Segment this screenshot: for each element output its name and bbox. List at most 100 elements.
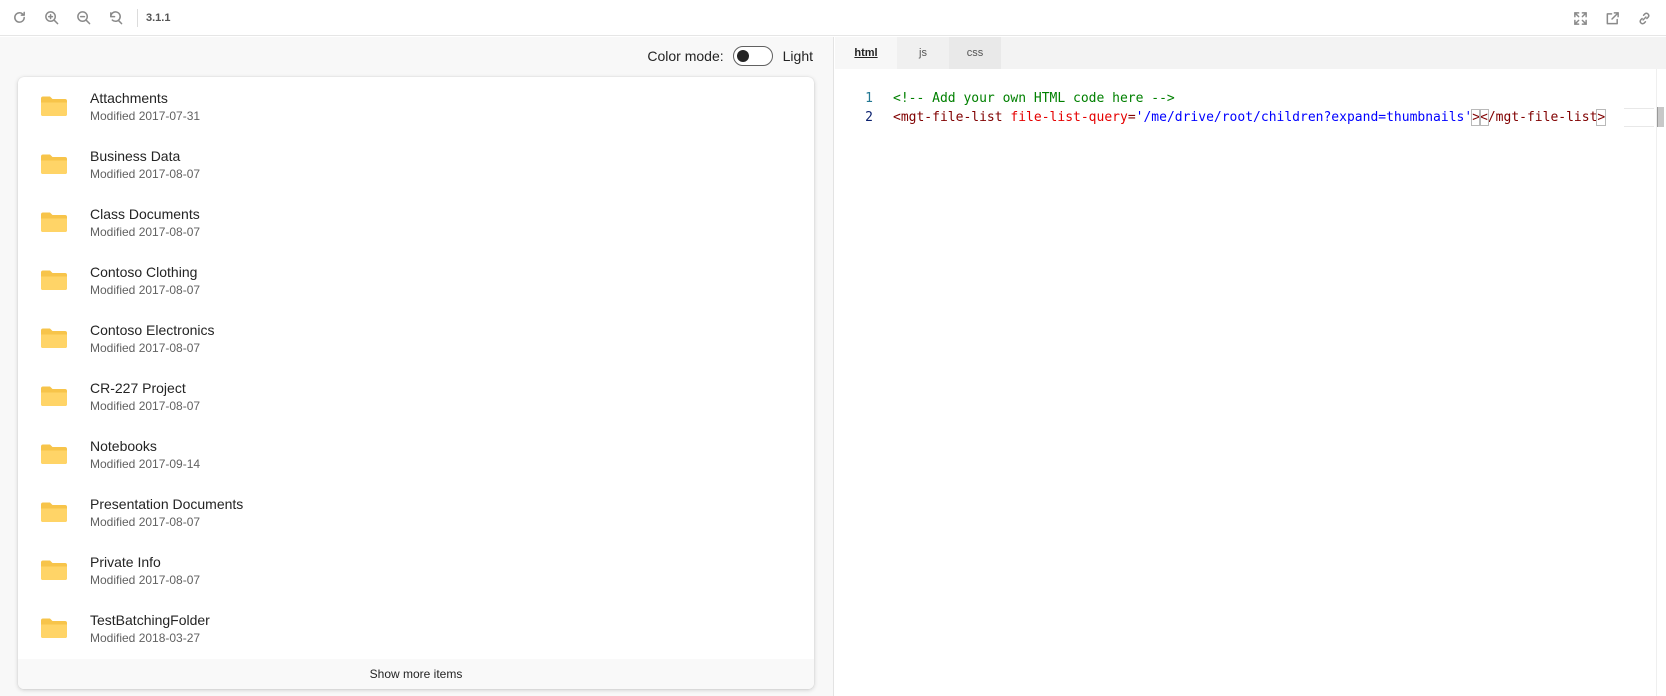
tabs-filler <box>1001 37 1666 69</box>
file-modified-date: Modified 2017-08-07 <box>90 514 201 529</box>
reset-zoom-icon <box>109 11 122 25</box>
file-list-item[interactable]: Contoso Electronics Modified 2017-08-07 <box>18 309 814 367</box>
file-modified-date: Modified 2017-09-14 <box>90 456 201 471</box>
file-name: TestBatchingFolder <box>90 611 210 628</box>
editor-tabs: html js css <box>835 37 1666 69</box>
folder-icon <box>41 328 67 348</box>
color-mode-toggle[interactable] <box>732 46 773 66</box>
file-list-items: Attachments Modified 2017-07-31 Business D… <box>18 77 814 657</box>
file-modified-date: Modified 2017-08-07 <box>90 572 201 587</box>
file-list-item[interactable]: CR-227 Project Modified 2017-08-07 <box>18 367 814 425</box>
file-name: Business Data <box>90 147 181 164</box>
code-value: '/me/drive/root/children?expand=thumbnai… <box>1135 110 1473 125</box>
fullscreen-button[interactable] <box>1564 0 1596 36</box>
toolbar-left-group: 3.1.1 <box>0 0 170 36</box>
file-modified-date: Modified 2017-08-07 <box>90 398 201 413</box>
code-comment: <!-- Add your own HTML code here --> <box>893 91 1175 106</box>
refresh-icon <box>13 11 25 23</box>
copy-link-button[interactable] <box>1628 0 1660 36</box>
file-name: Class Documents <box>90 205 200 222</box>
fullscreen-icon <box>1573 11 1587 25</box>
folder-icon <box>41 444 67 464</box>
file-modified-date: Modified 2017-08-07 <box>90 282 201 297</box>
tab-css[interactable]: css <box>949 37 1001 69</box>
zoom-out-icon <box>76 11 90 25</box>
code-tag-open: <mgt-file-list <box>893 110 1003 125</box>
code-content: <mgt-file-list file-list-query='/me/driv… <box>893 109 1607 126</box>
file-text: Contoso Clothing Modified 2017-08-07 <box>90 263 200 298</box>
current-line-highlight <box>1624 108 1654 127</box>
file-modified-date: Modified 2017-08-07 <box>90 340 201 355</box>
folder-icon <box>41 618 67 638</box>
reset-zoom-button[interactable] <box>99 0 131 36</box>
line-number: 2 <box>865 110 873 125</box>
color-mode-control: Color mode: Light <box>647 46 813 66</box>
code-line-2: 2 <mgt-file-list file-list-query='/me/dr… <box>835 108 1666 127</box>
file-name: Presentation Documents <box>90 495 244 512</box>
file-text: Attachments Modified 2017-07-31 <box>90 89 200 124</box>
file-list-item[interactable]: Class Documents Modified 2017-08-07 <box>18 193 814 251</box>
file-name: Contoso Clothing <box>90 263 198 280</box>
file-list-item[interactable]: Contoso Clothing Modified 2017-08-07 <box>18 251 814 309</box>
open-external-button[interactable] <box>1596 0 1628 36</box>
show-more-items-button[interactable]: Show more items <box>18 659 814 689</box>
folder-icon <box>41 560 67 580</box>
code-tag-close: /mgt-file-list <box>1487 110 1598 125</box>
folder-icon <box>41 502 67 522</box>
file-text: CR-227 Project Modified 2017-08-07 <box>90 379 200 414</box>
toolbar-separator <box>137 8 138 27</box>
file-modified-date: Modified 2017-08-07 <box>90 224 201 239</box>
code-bracket-match: < <box>1479 109 1489 126</box>
file-list-item[interactable]: Private Info Modified 2017-08-07 <box>18 541 814 599</box>
file-modified-date: Modified 2018-03-27 <box>90 630 201 645</box>
zoom-in-icon <box>44 11 58 25</box>
file-text: Private Info Modified 2017-08-07 <box>90 553 200 588</box>
file-name: Notebooks <box>90 437 157 454</box>
file-text: Presentation Documents Modified 2017-08-0… <box>90 495 243 530</box>
link-icon <box>1639 12 1649 24</box>
code-editor-pane: html js css 1 <!-- Add your own HTML cod… <box>835 37 1666 696</box>
tab-html[interactable]: html <box>835 37 897 69</box>
folder-icon <box>41 270 67 290</box>
color-mode-label: Color mode: <box>647 48 724 64</box>
file-name: Contoso Electronics <box>90 321 215 338</box>
code-bracket-match: > <box>1471 109 1481 126</box>
line-number: 1 <box>865 91 873 106</box>
color-mode-value: Light <box>782 48 813 64</box>
file-text: Contoso Electronics Modified 2017-08-07 <box>90 321 215 356</box>
file-text: Business Data Modified 2017-08-07 <box>90 147 200 182</box>
file-name: Attachments <box>90 89 168 106</box>
file-text: Class Documents Modified 2017-08-07 <box>90 205 200 240</box>
open-external-icon <box>1606 11 1619 24</box>
folder-icon <box>41 386 67 406</box>
folder-icon <box>41 96 67 116</box>
code-area[interactable]: 1 <!-- Add your own HTML code here --> 2… <box>835 89 1666 127</box>
zoom-out-button[interactable] <box>67 0 99 36</box>
toggle-knob <box>736 50 749 62</box>
file-modified-date: Modified 2017-07-31 <box>90 108 201 123</box>
file-list-item[interactable]: Notebooks Modified 2017-09-14 <box>18 425 814 483</box>
file-text: Notebooks Modified 2017-09-14 <box>90 437 200 472</box>
folder-icon <box>41 212 67 232</box>
file-modified-date: Modified 2017-08-07 <box>90 166 201 181</box>
version-label: 3.1.1 <box>146 11 171 24</box>
refresh-button[interactable] <box>3 0 35 36</box>
file-list-item[interactable]: TestBatchingFolder Modified 2018-03-27 <box>18 599 814 657</box>
toolbar-right-group <box>1564 0 1660 36</box>
file-text: TestBatchingFolder Modified 2018-03-27 <box>90 611 210 646</box>
file-list-item[interactable]: Business Data Modified 2017-08-07 <box>18 135 814 193</box>
preview-pane: Color mode: Light Attachments Modified 20… <box>0 37 834 696</box>
code-bracket-match: > <box>1596 109 1607 126</box>
file-name: CR-227 Project <box>90 379 186 396</box>
file-name: Private Info <box>90 553 161 570</box>
file-list-item[interactable]: Presentation Documents Modified 2017-08-0… <box>18 483 814 541</box>
code-line-1: 1 <!-- Add your own HTML code here --> <box>835 89 1666 108</box>
toolbar: 3.1.1 <box>0 0 1666 36</box>
tab-js[interactable]: js <box>897 37 949 69</box>
file-list-item[interactable]: Attachments Modified 2017-07-31 <box>18 77 814 135</box>
zoom-in-button[interactable] <box>35 0 67 36</box>
code-equals: = <box>1127 110 1136 125</box>
file-list: Attachments Modified 2017-07-31 Business D… <box>18 77 814 689</box>
editor-scrollbar[interactable] <box>1656 69 1666 696</box>
code-attr: file-list-query <box>1010 110 1128 125</box>
